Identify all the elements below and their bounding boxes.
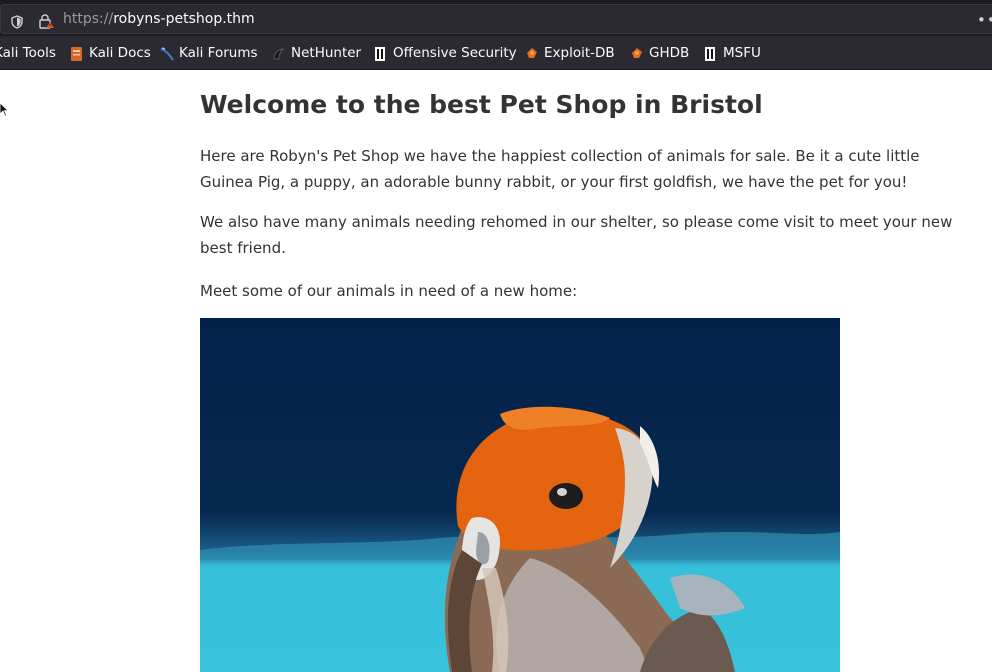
bookmark-label: MSFU	[723, 45, 761, 61]
bookmark-msfu[interactable]: MSFU	[704, 44, 761, 62]
bookmark-label: Kali Tools	[0, 45, 56, 61]
address-field[interactable]: https://robyns-petshop.thm •••	[0, 4, 992, 34]
kali-docs-icon	[70, 46, 83, 61]
bookmark-nethunter[interactable]: NetHunter	[272, 44, 361, 62]
page-title: Welcome to the best Pet Shop in Bristol	[200, 90, 763, 119]
bookmark-offensive-security[interactable]: Offensive Security	[374, 44, 517, 62]
intro-paragraph: Here are Robyn's Pet Shop we have the ha…	[200, 147, 920, 191]
bookmark-label: Offensive Security	[393, 45, 517, 61]
page-actions-menu-icon[interactable]: •••	[977, 11, 992, 29]
msfu-icon	[704, 46, 717, 61]
url-scheme: https://	[63, 11, 114, 27]
bookmark-label: Kali Docs	[89, 45, 151, 61]
ghdb-icon	[630, 46, 643, 61]
bookmark-exploit-db[interactable]: Exploit-DB	[525, 44, 615, 62]
url-text[interactable]: https://robyns-petshop.thm	[63, 11, 255, 27]
bookmark-label: Kali Forums	[179, 45, 258, 61]
offsec-icon	[374, 46, 387, 61]
bookmark-kali-forums[interactable]: Kali Forums	[160, 44, 258, 62]
exploit-db-icon	[525, 46, 538, 61]
tracking-protection-shield-icon[interactable]	[11, 14, 23, 33]
nethunter-icon	[272, 46, 285, 61]
bookmark-label: Exploit-DB	[544, 45, 615, 61]
bookmark-ghdb[interactable]: GHDB	[630, 44, 689, 62]
bookmark-label: GHDB	[649, 45, 690, 61]
goldfish-photo	[200, 318, 840, 672]
url-host: robyns-petshop.thm	[113, 11, 255, 27]
bookmark-kali-tools[interactable]: Kali Tools	[0, 44, 62, 62]
kali-forums-icon	[160, 46, 174, 61]
insecure-lock-icon[interactable]	[39, 14, 55, 33]
bookmarks-toolbar: Kali Tools Kali Docs Kali Forums NetHunt…	[0, 36, 992, 70]
meet-animals-paragraph: Meet some of our animals in need of a ne…	[200, 282, 578, 300]
url-bar: https://robyns-petshop.thm •••	[0, 0, 992, 36]
bookmark-kali-docs[interactable]: Kali Docs	[70, 44, 151, 62]
mouse-cursor-icon	[0, 102, 10, 121]
bookmark-label: NetHunter	[291, 45, 362, 61]
shelter-paragraph: We also have many animals needing rehome…	[200, 213, 953, 257]
